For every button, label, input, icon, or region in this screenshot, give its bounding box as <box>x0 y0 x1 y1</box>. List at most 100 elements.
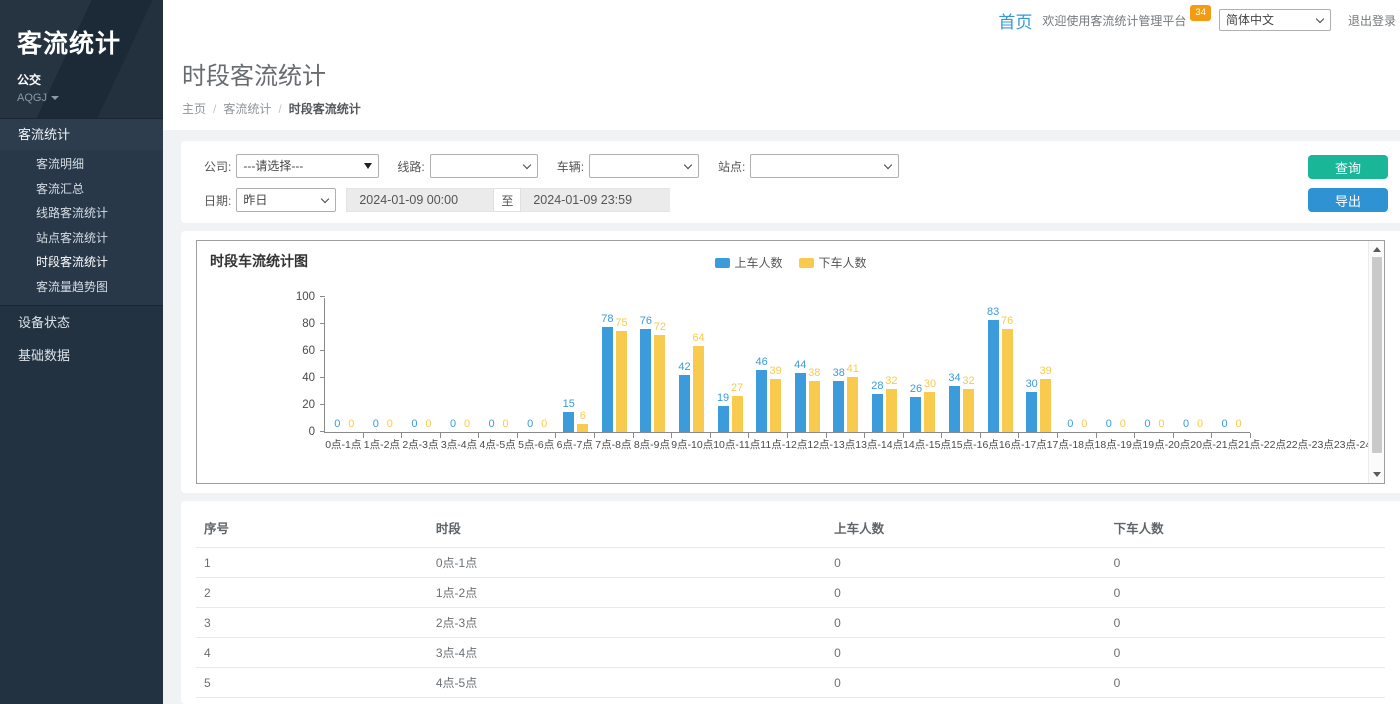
search-button[interactable]: 查询 <box>1308 155 1388 179</box>
station-select[interactable] <box>750 154 899 178</box>
breadcrumb-home[interactable]: 主页 <box>182 100 206 117</box>
chart-x-labels: 0点-1点1点-2点2点-3点3点-4点4点-5点5点-6点6点-7点7点-8点… <box>324 437 1250 452</box>
bar-alighting[interactable]: 39 <box>770 379 781 432</box>
table-cell: 3 <box>196 608 428 638</box>
bar-alighting[interactable]: 76 <box>1002 329 1013 432</box>
table-cell: 4 <box>196 638 428 668</box>
bar-boarding[interactable]: 76 <box>640 329 651 432</box>
bar-alighting[interactable]: 72 <box>654 335 665 432</box>
x-axis-label: 7点-8点 <box>594 437 633 452</box>
org-switcher[interactable]: AQGJ <box>17 92 163 104</box>
bar-alighting[interactable]: 30 <box>924 392 935 433</box>
bar-alighting[interactable]: 32 <box>963 389 974 432</box>
app-logo: 客流统计 <box>17 24 163 60</box>
legend-item[interactable]: 下车人数 <box>799 254 867 271</box>
scrollbar-thumb[interactable] <box>1372 257 1382 453</box>
bar-value-label: 15 <box>563 398 575 410</box>
bar-boarding[interactable]: 26 <box>910 397 921 432</box>
bar-boarding[interactable]: 38 <box>833 381 844 432</box>
vehicle-select[interactable] <box>589 154 699 178</box>
bar-group: 7672 <box>634 298 673 432</box>
language-select[interactable]: 简体中文 <box>1219 9 1331 31</box>
notification-badge[interactable]: 34 <box>1190 5 1211 21</box>
sidebar-menu: 客流统计 客流明细客流汇总线路客流统计站点客流统计时段客流统计客流量趋势图 设备… <box>0 118 163 372</box>
sidebar-section-passenger-stats[interactable]: 客流统计 <box>0 118 163 150</box>
legend-item[interactable]: 上车人数 <box>714 254 782 271</box>
bar-boarding[interactable]: 34 <box>949 386 960 432</box>
bar-alighting[interactable]: 39 <box>1040 379 1051 432</box>
bar-boarding[interactable]: 42 <box>679 375 690 432</box>
bar-alighting[interactable]: 32 <box>886 389 897 432</box>
main-area: 首页 欢迎使用客流统计管理平台 34 简体中文 退出登录 时段客流统计 主页 /… <box>163 0 1400 704</box>
bar-group: 2630 <box>904 298 943 432</box>
bar-boarding[interactable]: 78 <box>602 327 613 432</box>
sidebar-subitem[interactable]: 站点客流统计 <box>0 226 163 251</box>
x-axis-label-text: 0点-1点 <box>325 437 361 452</box>
table-row: 21点-2点00 <box>196 578 1385 608</box>
chart-scrollbar[interactable] <box>1368 241 1384 483</box>
bar-boarding[interactable]: 44 <box>795 373 806 432</box>
sidebar-subitem[interactable]: 客流明细 <box>0 152 163 177</box>
table-row: 32点-3点00 <box>196 608 1385 638</box>
x-axis-label-text: 11点-12点 <box>760 437 807 452</box>
bar-group: 4438 <box>788 298 827 432</box>
vehicle-label: 车辆: <box>557 158 584 175</box>
x-axis-label-text: 16点-17点 <box>999 437 1047 452</box>
bar-boarding[interactable]: 30 <box>1026 392 1037 433</box>
bar-alighting[interactable]: 75 <box>616 331 627 432</box>
date-from-input[interactable] <box>346 188 493 212</box>
home-link[interactable]: 首页 <box>998 8 1032 33</box>
bar-value-label: 0 <box>541 418 547 430</box>
bar-value-label: 38 <box>808 367 820 379</box>
sidebar-subitem[interactable]: 客流汇总 <box>0 177 163 202</box>
filter-row-1: 公司: ---请选择--- 线路: 车辆: 站点: <box>204 154 1290 178</box>
breadcrumb-section[interactable]: 客流统计 <box>223 100 271 117</box>
x-axis-label: 6点-7点 <box>555 437 594 452</box>
x-axis-label-text: 8点-9点 <box>634 437 670 452</box>
x-axis-label: 18点-19点 <box>1095 437 1143 452</box>
date-preset-select[interactable]: 昨日 <box>236 188 336 212</box>
table-cell: 1 <box>196 548 428 578</box>
x-axis-label-text: 18点-19点 <box>1095 437 1143 452</box>
table-row: 10点-1点00 <box>196 548 1385 578</box>
bar-group: 3039 <box>1019 298 1058 432</box>
bar-value-label: 0 <box>1158 418 1164 430</box>
bar-boarding[interactable]: 83 <box>988 320 999 432</box>
scroll-down-icon[interactable] <box>1373 472 1381 477</box>
sidebar-item[interactable]: 基础数据 <box>0 339 163 372</box>
company-select[interactable]: ---请选择--- <box>236 154 379 178</box>
bar-alighting[interactable]: 27 <box>732 396 743 432</box>
export-button[interactable]: 导出 <box>1308 188 1388 212</box>
bar-alighting[interactable]: 6 <box>577 424 588 432</box>
x-axis-label: 5点-6点 <box>517 437 556 452</box>
bar-alighting[interactable]: 64 <box>693 346 704 432</box>
x-axis-label-text: 10点-11点 <box>713 437 760 452</box>
y-axis-tick-label: 20 <box>285 399 315 411</box>
x-axis-label-text: 19点-20点 <box>1142 437 1190 452</box>
x-axis-label-text: 13点-14点 <box>855 437 903 452</box>
logout-link[interactable]: 退出登录 <box>1348 12 1396 29</box>
date-to-input[interactable] <box>521 188 670 212</box>
x-axis-label: 11点-12点 <box>760 437 807 452</box>
sidebar-item[interactable]: 设备状态 <box>0 306 163 339</box>
bar-boarding[interactable]: 19 <box>718 406 729 432</box>
line-select[interactable] <box>430 154 538 178</box>
bar-value-label: 0 <box>425 418 431 430</box>
breadcrumb: 主页 / 客流统计 / 时段客流统计 <box>182 100 1400 117</box>
bar-group: 8376 <box>981 298 1020 432</box>
page-header: 时段客流统计 主页 / 客流统计 / 时段客流统计 <box>163 40 1400 130</box>
bar-boarding[interactable]: 28 <box>872 394 883 432</box>
bar-alighting[interactable]: 41 <box>847 377 858 432</box>
bar-alighting[interactable]: 38 <box>809 381 820 432</box>
data-table: 序号 时段 上车人数 下车人数 10点-1点0021点-2点0032点-3点00… <box>196 507 1385 704</box>
scroll-up-icon[interactable] <box>1373 247 1381 252</box>
org-code-label: AQGJ <box>17 92 47 104</box>
bar-boarding[interactable]: 46 <box>756 370 767 432</box>
sidebar-subitem[interactable]: 线路客流统计 <box>0 201 163 226</box>
x-axis-label-text: 1点-2点 <box>364 437 400 452</box>
page-title: 时段客流统计 <box>182 56 1400 91</box>
sidebar: 客流统计 公交 AQGJ 客流统计 客流明细客流汇总线路客流统计站点客流统计时段… <box>0 0 163 704</box>
sidebar-subitem[interactable]: 时段客流统计 <box>0 250 163 275</box>
bar-boarding[interactable]: 15 <box>563 412 574 432</box>
sidebar-subitem[interactable]: 客流量趋势图 <box>0 275 163 300</box>
